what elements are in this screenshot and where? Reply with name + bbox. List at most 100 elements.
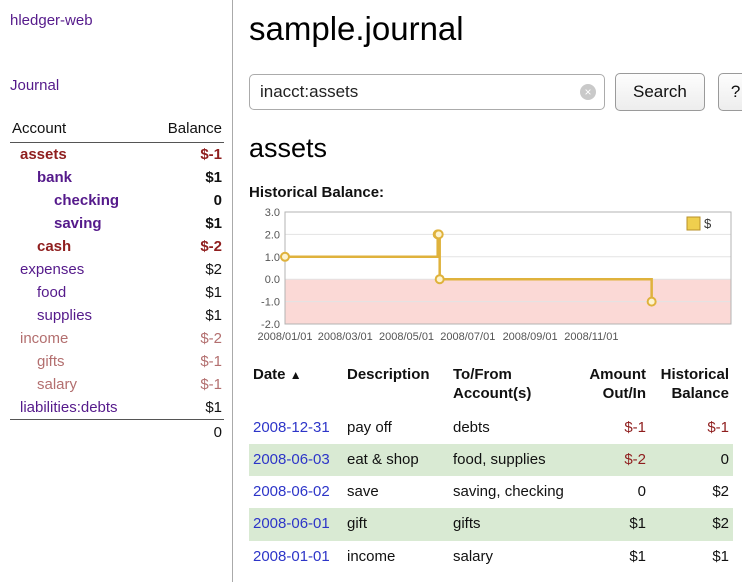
search-field-wrapper: ×: [249, 74, 605, 110]
accounts-total-value: 0: [150, 420, 224, 446]
account-balance: $1: [150, 304, 224, 327]
hledger-web-app: hledger-web Journal Account Balance asse…: [0, 0, 742, 582]
help-button[interactable]: ?: [718, 73, 742, 111]
register-row: 2008-12-31 pay off debts $-1 $-1: [249, 412, 733, 444]
sidebar-item-journal[interactable]: Journal: [10, 77, 224, 94]
register-header-row: Date ▲ Description To/From Account(s) Am…: [249, 364, 733, 412]
register-row: 2008-01-01 income salary $1 $1: [249, 541, 733, 573]
account-row: saving $1: [10, 212, 224, 235]
account-link[interactable]: supplies: [37, 307, 92, 324]
transaction-accounts: salary: [453, 541, 581, 573]
transaction-balance: $2: [650, 508, 733, 540]
x-tick-label: 2008/01/01: [257, 331, 312, 343]
transaction-amount: $1: [581, 508, 650, 540]
transaction-accounts: debts: [453, 412, 581, 444]
account-balance: 0: [150, 189, 224, 212]
register-header-description: Description: [347, 364, 453, 412]
x-tick-label: 2008/05/01: [379, 331, 434, 343]
transaction-description: pay off: [347, 412, 453, 444]
account-balance: $-1: [150, 143, 224, 167]
transaction-accounts: food, supplies: [453, 444, 581, 476]
transaction-amount: 0: [581, 476, 650, 508]
account-link[interactable]: checking: [54, 192, 119, 209]
legend-label: $: [704, 216, 712, 231]
transaction-balance: $-1: [650, 412, 733, 444]
sidebar: hledger-web Journal Account Balance asse…: [0, 0, 233, 582]
sort-ascending-icon: ▲: [290, 368, 302, 382]
transaction-date-link[interactable]: 2008-12-31: [253, 419, 330, 436]
transaction-description: save: [347, 476, 453, 508]
y-tick-label: -2.0: [261, 319, 280, 331]
x-tick-label: 2008/11/01: [564, 331, 618, 343]
account-row: bank $1: [10, 166, 224, 189]
y-tick-label: 2.0: [265, 229, 280, 241]
chart-title: Historical Balance:: [249, 184, 742, 201]
account-row: cash $-2: [10, 235, 224, 258]
account-row: salary $-1: [10, 373, 224, 396]
clear-search-icon[interactable]: ×: [580, 84, 596, 100]
register-row: 2008-06-03 eat & shop food, supplies $-2…: [249, 444, 733, 476]
account-link[interactable]: assets: [20, 146, 67, 163]
account-row: liabilities:debts $1: [10, 396, 224, 420]
accounts-list: assets $-1 bank $1 checking 0 savin: [10, 143, 224, 420]
accounts-header-balance: Balance: [150, 118, 224, 143]
account-row: checking 0: [10, 189, 224, 212]
transaction-description: income: [347, 541, 453, 573]
account-balance: $2: [150, 258, 224, 281]
transaction-date-link[interactable]: 2008-01-01: [253, 548, 330, 565]
account-link[interactable]: bank: [37, 169, 72, 186]
historical-balance-chart: 3.02.01.00.0-1.0-2.02008/01/012008/03/01…: [249, 206, 733, 348]
transaction-balance: 0: [650, 444, 733, 476]
account-link[interactable]: salary: [37, 376, 77, 393]
search-input[interactable]: [249, 74, 605, 110]
y-tick-label: 0.0: [265, 274, 280, 286]
page-title: sample.journal: [249, 10, 742, 48]
account-balance: $1: [150, 396, 224, 420]
search-button[interactable]: Search: [615, 73, 705, 111]
transaction-amount: $-1: [581, 412, 650, 444]
transaction-accounts: gifts: [453, 508, 581, 540]
transaction-date-link[interactable]: 2008-06-03: [253, 451, 330, 468]
register-row: 2008-06-01 gift gifts $1 $2: [249, 508, 733, 540]
transaction-description: gift: [347, 508, 453, 540]
accounts-tree-table: Account Balance assets $-1 bank $1: [10, 118, 224, 445]
account-balance: $-1: [150, 373, 224, 396]
main-content: sample.journal × Search ? assets Histori…: [233, 0, 742, 582]
account-row: income $-2: [10, 327, 224, 350]
transaction-amount: $1: [581, 541, 650, 573]
account-balance: $-2: [150, 235, 224, 258]
app-title-link[interactable]: hledger-web: [10, 12, 93, 29]
account-row: expenses $2: [10, 258, 224, 281]
register-header-amount: Amount Out/In: [581, 364, 650, 412]
x-tick-label: 2008/09/01: [503, 331, 558, 343]
register-rows: 2008-12-31 pay off debts $-1 $-1 2008-06…: [249, 412, 733, 573]
data-point-marker: [435, 230, 443, 238]
account-link[interactable]: saving: [54, 215, 102, 232]
account-balance: $-2: [150, 327, 224, 350]
register-row: 2008-06-02 save saving, checking 0 $2: [249, 476, 733, 508]
register-header-date[interactable]: Date ▲: [249, 364, 347, 412]
accounts-header-account: Account: [10, 118, 150, 143]
account-balance: $1: [150, 281, 224, 304]
transaction-accounts: saving, checking: [453, 476, 581, 508]
transaction-amount: $-2: [581, 444, 650, 476]
account-link[interactable]: expenses: [20, 261, 84, 278]
x-tick-label: 2008/07/01: [440, 331, 495, 343]
account-link[interactable]: food: [37, 284, 66, 301]
account-link[interactable]: income: [20, 330, 68, 347]
account-link[interactable]: liabilities:debts: [20, 399, 118, 416]
data-point-marker: [281, 253, 289, 261]
account-link[interactable]: gifts: [37, 353, 65, 370]
account-row: food $1: [10, 281, 224, 304]
account-row: assets $-1: [10, 143, 224, 167]
y-tick-label: 3.0: [265, 207, 280, 219]
transaction-date-link[interactable]: 2008-06-02: [253, 483, 330, 500]
accounts-total-row: 0: [10, 420, 224, 446]
transaction-date-link[interactable]: 2008-06-01: [253, 515, 330, 532]
data-point-marker: [648, 298, 656, 306]
transaction-balance: $2: [650, 476, 733, 508]
account-balance: $1: [150, 166, 224, 189]
account-link[interactable]: cash: [37, 238, 71, 255]
account-row: supplies $1: [10, 304, 224, 327]
account-balance: $-1: [150, 350, 224, 373]
